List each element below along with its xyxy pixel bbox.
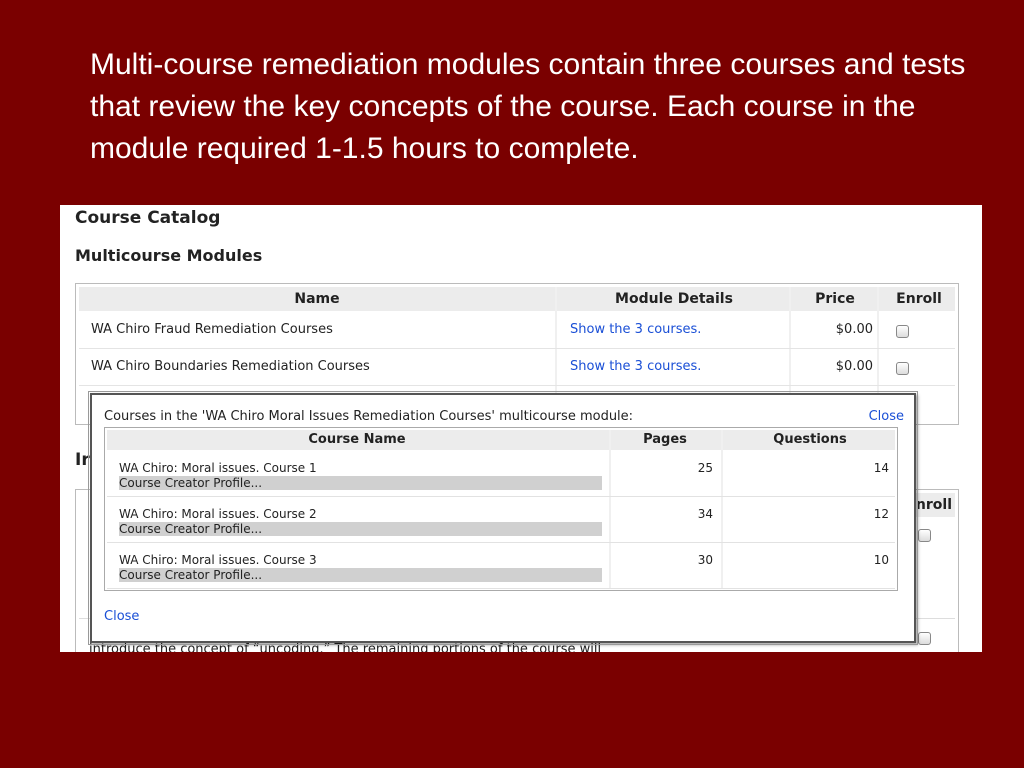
course-questions: 10 <box>873 553 889 567</box>
course-creator-profile-link[interactable]: Course Creator Profile... <box>119 476 602 490</box>
module-price: $0.00 <box>835 322 873 337</box>
close-link[interactable]: Close <box>869 409 904 424</box>
module-name: WA Chiro Boundaries Remediation Courses <box>91 359 370 374</box>
table-row: WA Chiro Fraud Remediation Courses Show … <box>79 312 955 349</box>
course-pages: 30 <box>697 553 713 567</box>
popup-title: Courses in the 'WA Chiro Moral Issues Re… <box>104 409 634 424</box>
enroll-checkbox[interactable] <box>896 362 909 375</box>
table-row: WA Chiro Boundaries Remediation Courses … <box>79 349 955 386</box>
module-price: $0.00 <box>835 359 873 374</box>
show-courses-link[interactable]: Show the 3 courses. <box>570 312 701 348</box>
enroll-checkbox[interactable] <box>896 325 909 338</box>
course-name: WA Chiro: Moral issues. Course 3 <box>119 553 317 567</box>
column-header-module-details: Module Details <box>615 291 733 307</box>
column-header-questions: Questions <box>773 432 847 447</box>
course-name: WA Chiro: Moral issues. Course 2 <box>119 507 317 521</box>
table-row: WA Chiro: Moral issues. Course 3 Course … <box>107 543 895 589</box>
course-catalog-screenshot: Course Catalog Multicourse Modules Name … <box>60 205 982 652</box>
course-questions: 12 <box>873 507 889 521</box>
multicourse-module-popup: Courses in the 'WA Chiro Moral Issues Re… <box>88 391 918 645</box>
section-heading-multicourse: Multicourse Modules <box>75 246 263 265</box>
course-creator-profile-link[interactable]: Course Creator Profile... <box>119 568 602 582</box>
course-creator-profile-link[interactable]: Course Creator Profile... <box>119 522 602 536</box>
table-row: WA Chiro: Moral issues. Course 1 Course … <box>107 451 895 497</box>
close-link[interactable]: Close <box>104 609 139 624</box>
section-heading-partial: Ir <box>75 450 90 470</box>
table-row: WA Chiro: Moral issues. Course 2 Course … <box>107 497 895 543</box>
show-courses-link[interactable]: Show the 3 courses. <box>570 349 701 385</box>
enroll-checkbox[interactable] <box>918 632 931 645</box>
course-questions: 14 <box>873 461 889 475</box>
table-header: Course Name Pages Questions <box>107 430 895 450</box>
course-pages: 34 <box>697 507 713 521</box>
enroll-checkbox[interactable] <box>918 529 931 542</box>
column-header-course-name: Course Name <box>308 432 406 447</box>
column-header-enroll: Enroll <box>896 291 942 307</box>
module-name: WA Chiro Fraud Remediation Courses <box>91 322 333 337</box>
page-title: Course Catalog <box>75 208 221 228</box>
course-name: WA Chiro: Moral issues. Course 1 <box>119 461 317 475</box>
slide-caption: Multi-course remediation modules contain… <box>90 48 966 165</box>
course-pages: 25 <box>697 461 713 475</box>
column-header-name: Name <box>294 291 340 307</box>
column-header-pages: Pages <box>643 432 687 447</box>
module-courses-table: Course Name Pages Questions WA Chiro: Mo… <box>104 427 898 591</box>
column-header-price: Price <box>815 291 855 307</box>
table-header: Name Module Details Price Enroll <box>79 287 955 311</box>
course-description-snippet: introduce the concept of “uncoding.” The… <box>89 642 602 652</box>
